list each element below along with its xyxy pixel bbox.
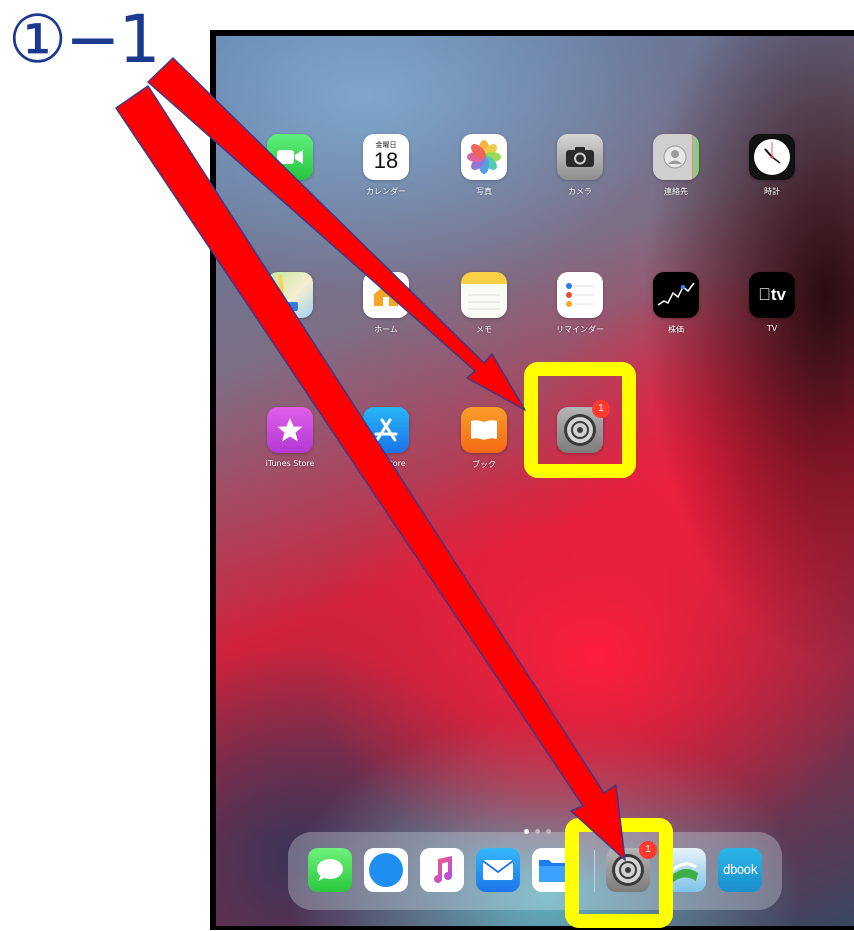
arrow-to-dock-settings: [115, 85, 626, 861]
